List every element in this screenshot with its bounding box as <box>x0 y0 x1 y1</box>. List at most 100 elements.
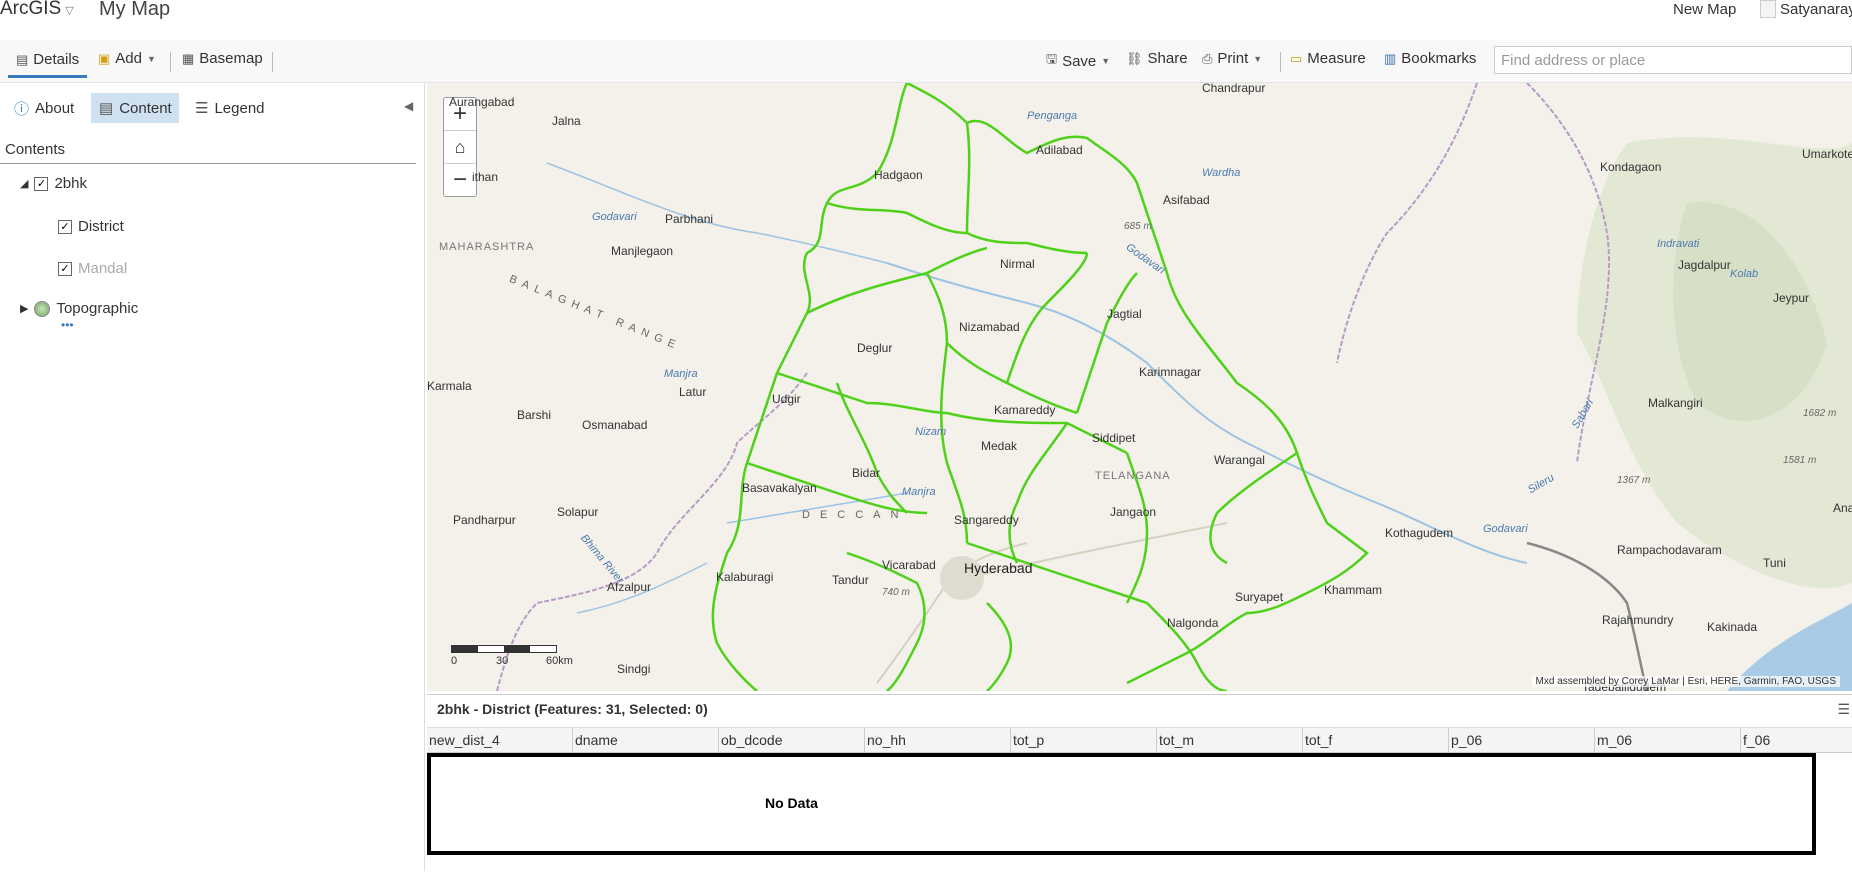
place-label: Nalgonda <box>1167 616 1219 630</box>
elevation-label: 1367 m <box>1617 475 1651 486</box>
place-label: Karimnagar <box>1139 365 1202 379</box>
expanded-triangle-icon[interactable]: ◢ <box>20 177 28 190</box>
toolbar: ▤ Details ▣ Add ▼ ▦ Basemap 🖫 Save ▼ ⛓ Share ⎙ P… <box>0 40 1852 83</box>
elevation-label: 685 m <box>1124 221 1152 232</box>
details-icon: ▤ <box>16 51 29 67</box>
save-icon: 🖫 <box>1046 51 1058 66</box>
place-label: Anaka <box>1833 501 1852 515</box>
user-menu[interactable]: Satyanaray <box>1760 0 1852 18</box>
map-title[interactable]: My Map <box>99 0 170 21</box>
elevation-label: 1581 m <box>1783 455 1817 466</box>
place-label: Tandur <box>832 573 869 587</box>
river-label: Manjra <box>902 486 936 498</box>
share-button[interactable]: ⛓ Share <box>1126 50 1188 67</box>
column-header[interactable]: ob_dcode <box>719 728 865 752</box>
place-label: Siddipet <box>1092 431 1136 445</box>
more-options-icon[interactable]: ••• <box>61 318 74 332</box>
tab-content[interactable]: ▤ Content <box>91 93 179 123</box>
toolbar-divider <box>272 52 273 72</box>
city-label: Hyderabad <box>964 560 1033 576</box>
layer-name: Topographic <box>56 300 139 317</box>
chevron-down-icon: ▼ <box>1253 53 1263 64</box>
river-label: Nizam <box>915 426 947 438</box>
place-label: Solapur <box>557 505 599 519</box>
layer-mandal[interactable]: ✓ Mandal <box>58 260 127 277</box>
state-border <box>1336 83 1478 364</box>
layer-district[interactable]: ✓ District <box>58 218 124 235</box>
column-header[interactable]: tot_p <box>1011 728 1157 752</box>
place-label: Asifabad <box>1163 193 1210 207</box>
river-label: Indravati <box>1657 238 1700 250</box>
place-label: Kamareddy <box>994 403 1056 417</box>
tab-legend[interactable]: ☰ Legend <box>187 93 273 123</box>
layer-2bhk[interactable]: ◢ ✓ 2bhk <box>20 175 87 192</box>
elevation-label: 1682 m <box>1803 408 1837 419</box>
tab-about[interactable]: ⓘ About <box>6 93 82 123</box>
collapsed-triangle-icon[interactable]: ▶ <box>20 302 28 315</box>
add-icon: ▣ <box>98 50 111 66</box>
place-label: Kalaburagi <box>716 570 774 584</box>
place-label: Kothagudem <box>1385 526 1454 540</box>
new-map-link[interactable]: New Map <box>1673 1 1736 18</box>
chevron-down-icon: ▼ <box>147 53 156 64</box>
column-header[interactable]: f_06 <box>1741 728 1852 752</box>
column-header[interactable]: tot_f <box>1303 728 1449 752</box>
region-label: DECCAN <box>802 509 909 521</box>
save-button[interactable]: 🖫 Save ▼ <box>1046 50 1110 72</box>
layer-checkbox[interactable]: ✓ <box>34 176 49 191</box>
place-label: Hadgaon <box>874 168 923 182</box>
add-label: Add <box>115 50 142 67</box>
table-options-icon[interactable]: ☰ <box>1837 701 1850 718</box>
state-label: MAHARASHTRA <box>439 241 535 253</box>
column-header[interactable]: tot_m <box>1157 728 1303 752</box>
place-label: Jeypur <box>1773 291 1810 305</box>
place-label: Kakinada <box>1707 620 1758 634</box>
river-label: Godavari <box>1483 523 1528 535</box>
scale-label: 30 <box>496 655 509 667</box>
basemap-button[interactable]: ▦ Basemap <box>182 50 263 67</box>
details-label: Details <box>33 51 80 68</box>
place-label: Sangareddy <box>954 513 1019 527</box>
add-button[interactable]: ▣ Add ▼ <box>98 50 156 67</box>
home-button[interactable]: ⌂ <box>444 131 476 164</box>
legend-icon: ☰ <box>195 100 209 117</box>
measure-button[interactable]: ▭ Measure <box>1290 50 1366 67</box>
place-label: Basavakalyan <box>742 481 817 495</box>
arcgis-menu[interactable]: ArcGIS ▽ <box>0 0 74 20</box>
place-label: Karmala <box>427 379 472 393</box>
place-label: Aurangabad <box>449 95 515 109</box>
search-input[interactable] <box>1494 46 1852 74</box>
collapse-panel-icon[interactable]: ◀ <box>404 99 413 113</box>
place-label: Nizamabad <box>959 320 1020 334</box>
river-label: Godavari <box>592 211 637 223</box>
place-label: Parbhani <box>665 212 714 226</box>
table-header: new_dist_4 dname ob_dcode no_hh tot_p to… <box>427 727 1852 753</box>
table-title: 2bhk - District (Features: 31, Selected:… <box>437 701 708 717</box>
chevron-down-icon: ▼ <box>1101 56 1111 66</box>
content-icon: ▤ <box>99 100 114 117</box>
place-label: Khammam <box>1324 583 1383 597</box>
layer-name: District <box>78 218 124 235</box>
map-view[interactable]: + ⌂ − Aurangabad Chandrapur Jalna Pengan… <box>427 83 1852 691</box>
place-label: Malkangiri <box>1648 396 1703 410</box>
place-label: Rajahmundry <box>1602 613 1674 627</box>
column-header[interactable]: m_06 <box>1595 728 1741 752</box>
layer-checkbox[interactable]: ✓ <box>58 261 72 276</box>
column-header[interactable]: new_dist_4 <box>427 728 573 752</box>
empty-message: No Data <box>765 795 818 811</box>
column-header[interactable]: dname <box>573 728 719 752</box>
place-label: Deglur <box>857 341 893 355</box>
bookmark-icon: ▥ <box>1384 50 1397 66</box>
column-header[interactable]: p_06 <box>1449 728 1595 752</box>
column-header[interactable]: no_hh <box>865 728 1011 752</box>
bookmarks-button[interactable]: ▥ Bookmarks <box>1384 50 1476 67</box>
basemap-label: Basemap <box>199 50 263 67</box>
layer-checkbox[interactable]: ✓ <box>58 219 72 234</box>
place-label: Tuni <box>1763 556 1786 570</box>
details-button[interactable]: ▤ Details <box>8 44 88 78</box>
bookmarks-label: Bookmarks <box>1401 50 1477 67</box>
print-button[interactable]: ⎙ Print ▼ <box>1202 50 1262 67</box>
layer-topographic[interactable]: ▶ Topographic <box>20 300 138 317</box>
save-label: Save <box>1062 52 1097 70</box>
place-label: Jagtial <box>1107 307 1142 321</box>
